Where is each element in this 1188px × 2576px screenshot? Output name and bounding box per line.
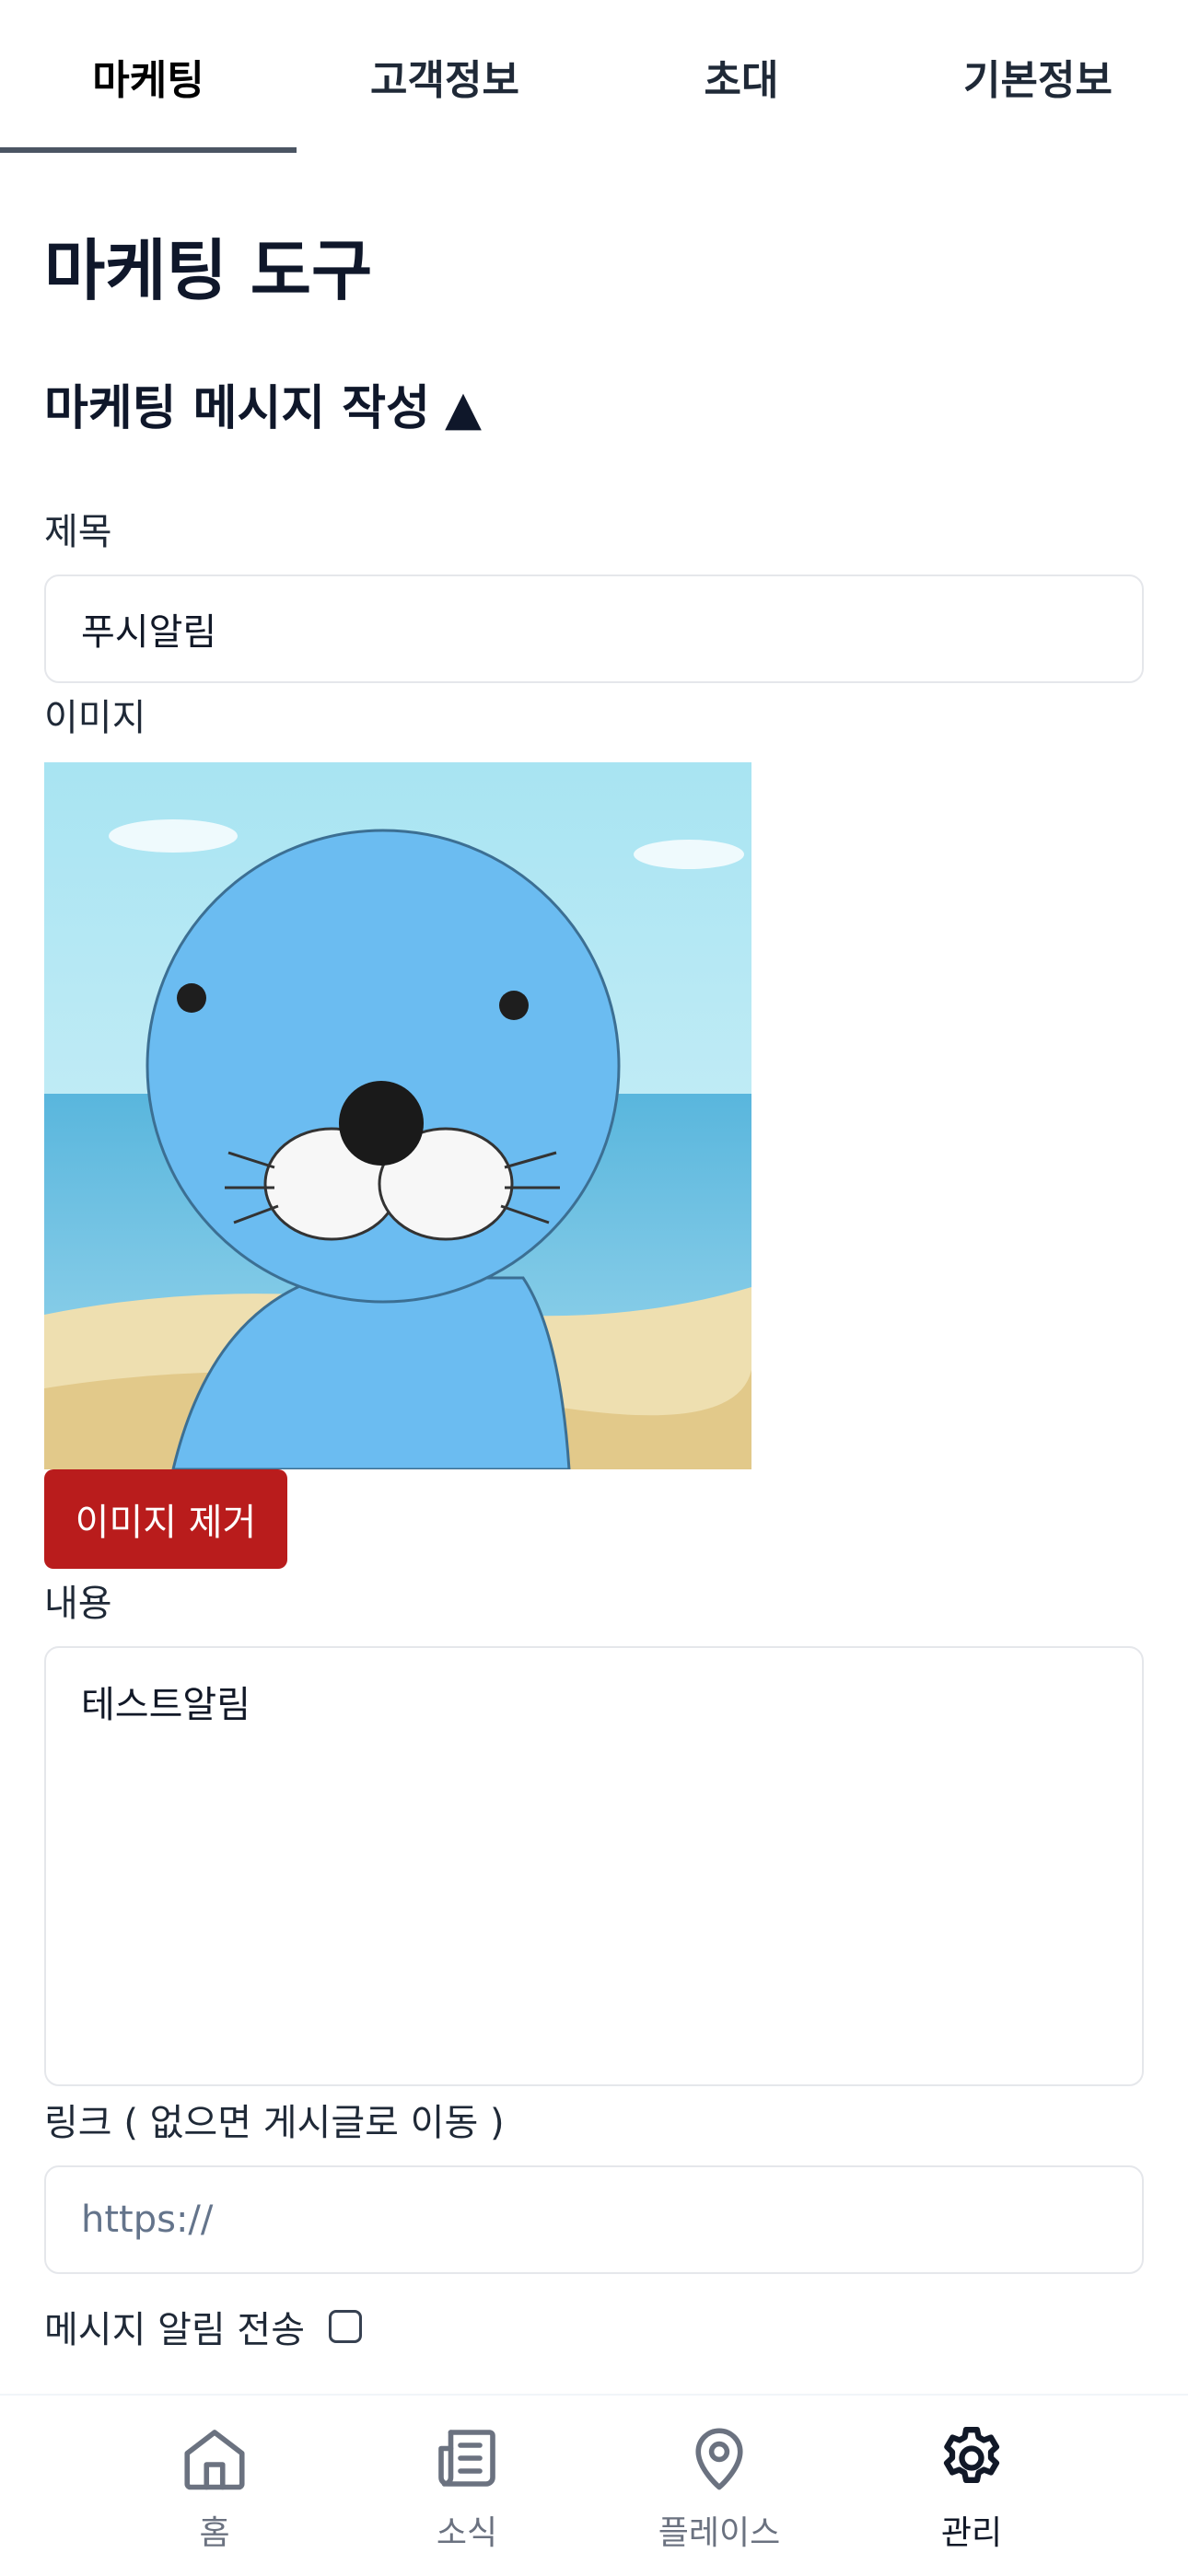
page-title: 마케팅 도구 — [44, 232, 373, 309]
tab-customer-info[interactable]: 고객정보 — [297, 0, 593, 153]
link-label: 링크 ( 없으면 게시글로 이동 ) — [44, 2102, 505, 2144]
image-label: 이미지 — [44, 697, 146, 739]
seal-character-image — [44, 762, 751, 1469]
link-input[interactable] — [44, 2165, 1144, 2274]
nav-item-place[interactable]: 플레이스 — [618, 2419, 821, 2554]
notify-label: 메시지 알림 전송 — [44, 2309, 306, 2351]
tab-marketing[interactable]: 마케팅 — [0, 0, 297, 153]
notify-row: 메시지 알림 전송 — [44, 2300, 363, 2353]
nav-label-place: 플레이스 — [658, 2514, 781, 2552]
bottom-nav: 홈 소식 플레이스 관리 — [0, 2394, 1188, 2576]
nav-label-manage: 관리 — [940, 2514, 1003, 2552]
remove-image-button[interactable]: 이미지 제거 — [44, 1469, 287, 1569]
tab-invite[interactable]: 초대 — [593, 0, 890, 153]
collapse-arrow-icon: ▲ — [444, 381, 482, 436]
nav-label-news: 소식 — [436, 2514, 498, 2552]
nav-item-home[interactable]: 홈 — [113, 2419, 316, 2554]
title-label: 제목 — [44, 511, 112, 553]
nav-label-home: 홈 — [199, 2514, 230, 2552]
nav-item-news[interactable]: 소식 — [366, 2419, 568, 2554]
uploaded-image — [44, 762, 751, 1469]
location-pin-icon — [681, 2419, 758, 2497]
notify-checkbox[interactable] — [329, 2310, 363, 2343]
content-label: 내용 — [44, 1583, 112, 1625]
tab-basic-info[interactable]: 기본정보 — [890, 0, 1186, 153]
section-title: 마케팅 메시지 작성 — [44, 381, 430, 436]
news-icon — [428, 2419, 506, 2497]
title-input[interactable] — [44, 574, 1144, 683]
top-tabs: 마케팅 고객정보 초대 기본정보 — [0, 0, 1188, 155]
nav-item-manage[interactable]: 관리 — [870, 2419, 1073, 2554]
content-textarea[interactable]: 테스트알림 — [44, 1646, 1144, 2086]
home-icon — [176, 2419, 253, 2497]
section-toggle[interactable]: 마케팅 메시지 작성 ▲ — [44, 385, 482, 433]
gear-icon — [933, 2419, 1010, 2497]
